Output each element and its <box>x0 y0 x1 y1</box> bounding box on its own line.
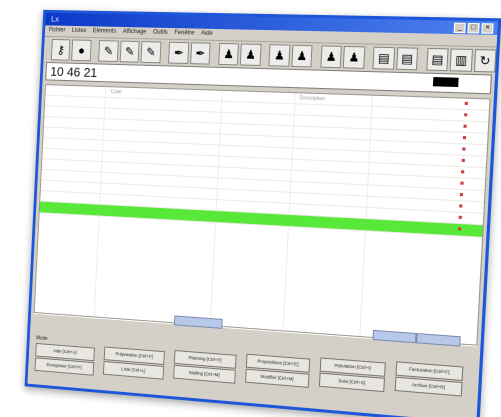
table-icon[interactable]: ▤ <box>395 47 419 71</box>
edit-icon[interactable]: ✎ <box>98 40 119 63</box>
code-field[interactable]: 10 46 21 <box>50 64 98 80</box>
table-cell <box>299 104 300 114</box>
menu-item-file[interactable]: Fichier <box>48 25 66 36</box>
grid-rows: Code Description <box>39 85 490 238</box>
row-marker-icon <box>460 181 464 185</box>
pen-icon[interactable]: ✒ <box>168 41 190 65</box>
menu-item-elements[interactable]: Eléments <box>93 26 117 37</box>
table-cell <box>371 174 372 184</box>
table-cell <box>374 130 375 140</box>
application-window: Lx _ □ × Fichier Listes Eléments Afficha… <box>24 9 501 417</box>
table-cell <box>219 211 220 221</box>
table-cell <box>223 135 224 145</box>
table-cell: Code <box>110 89 122 96</box>
table-icon[interactable]: ▤ <box>426 47 449 72</box>
table-cell <box>295 182 296 192</box>
row-marker-icon <box>460 170 465 174</box>
table-cell <box>222 157 223 167</box>
table-cell <box>374 118 375 128</box>
user-icon[interactable]: ♟ <box>268 44 291 67</box>
table-cell <box>297 149 298 159</box>
row-marker-icon <box>461 158 465 163</box>
table-cell <box>293 215 294 225</box>
disc-icon[interactable]: ● <box>71 39 92 62</box>
row-marker-icon <box>462 147 466 151</box>
table-cell <box>371 186 372 196</box>
menu-item-lists[interactable]: Listes <box>71 26 87 37</box>
row-marker-icon <box>457 227 462 231</box>
minimize-button[interactable]: _ <box>453 22 466 34</box>
edit-icon[interactable]: ✎ <box>119 40 140 63</box>
menu-item-view[interactable]: Affichage <box>122 27 147 38</box>
status-indicator <box>432 76 459 88</box>
close-button[interactable]: × <box>481 23 494 34</box>
window-title: Lx <box>50 14 60 24</box>
table-cell <box>225 91 226 101</box>
user-icon[interactable]: ♟ <box>343 45 366 69</box>
row-marker-icon <box>462 135 467 140</box>
row-marker-icon <box>464 113 468 117</box>
table-cell <box>220 200 221 210</box>
table-cell <box>370 208 371 218</box>
table-cell <box>224 113 225 123</box>
panel-tab[interactable] <box>173 315 223 329</box>
table-cell <box>294 204 295 214</box>
table-cell <box>223 124 224 134</box>
edit-icon[interactable]: ✎ <box>140 41 162 64</box>
panel-tab[interactable] <box>416 333 461 347</box>
record-grid[interactable]: Code Description <box>33 84 491 346</box>
table-cell <box>295 171 296 181</box>
row-marker-icon <box>464 101 468 106</box>
table-cell <box>298 127 299 137</box>
menu-item-window[interactable]: Fenêtre <box>174 28 194 39</box>
table-cell <box>221 178 222 188</box>
screenshot-stage: Lx _ □ × Fichier Listes Eléments Afficha… <box>0 0 501 417</box>
window-controls: _ □ × <box>453 22 494 34</box>
table-cell <box>370 197 371 207</box>
table-cell <box>373 152 374 162</box>
row-marker-icon <box>458 215 462 219</box>
table-cell <box>298 116 299 126</box>
menu-item-tools[interactable]: Outils <box>153 28 168 39</box>
table-cell: Description <box>299 95 326 103</box>
row-marker-icon <box>459 192 464 197</box>
user-icon[interactable]: ♟ <box>218 42 240 66</box>
user-icon[interactable]: ♟ <box>240 43 262 67</box>
table-cell <box>376 96 377 106</box>
table-cell <box>225 102 226 112</box>
panel-label: Mode <box>35 335 48 342</box>
row-marker-icon <box>459 204 463 208</box>
user-icon[interactable]: ♟ <box>291 44 313 68</box>
table-cell <box>369 219 370 229</box>
refresh-icon[interactable]: ↻ <box>473 49 497 73</box>
table-cell <box>221 168 222 178</box>
chart-icon[interactable]: ▥ <box>449 48 473 72</box>
row-marker-icon <box>463 124 467 128</box>
table-cell <box>294 193 295 203</box>
menu-item-help[interactable]: Aide <box>201 29 213 40</box>
table-cell <box>375 107 376 117</box>
table-cell <box>222 146 223 156</box>
table-icon[interactable]: ▤ <box>372 46 396 70</box>
pen-icon[interactable]: ✒ <box>189 42 211 65</box>
maximize-button[interactable]: □ <box>467 22 480 34</box>
user-icon[interactable]: ♟ <box>320 45 343 69</box>
table-cell <box>297 138 298 148</box>
panel-tab[interactable] <box>372 329 417 344</box>
table-cell <box>372 163 373 173</box>
key-icon[interactable]: ⚷ <box>50 38 71 61</box>
table-cell <box>296 160 297 170</box>
table-cell <box>373 141 374 151</box>
table-cell <box>220 189 221 199</box>
